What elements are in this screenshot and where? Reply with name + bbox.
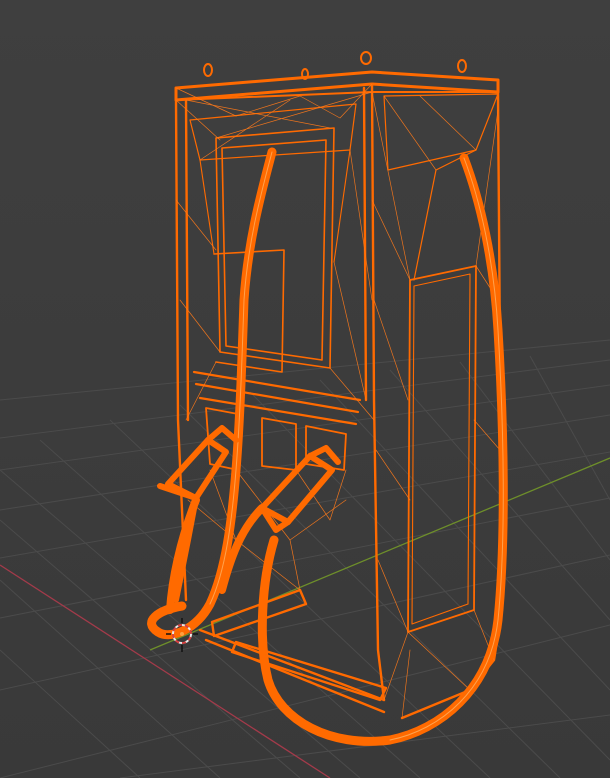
y-axis-line <box>149 457 610 651</box>
front-screen-panel <box>189 103 357 373</box>
front-band <box>192 370 362 426</box>
top-cap <box>174 70 500 102</box>
3d-viewport[interactable] <box>0 0 610 778</box>
charging-station-model[interactable] <box>147 51 508 746</box>
floor-grid <box>0 339 610 778</box>
charging-cable-right[interactable] <box>257 153 508 746</box>
nozzle-holsters <box>205 407 347 471</box>
viewport-canvas[interactable] <box>0 0 610 778</box>
